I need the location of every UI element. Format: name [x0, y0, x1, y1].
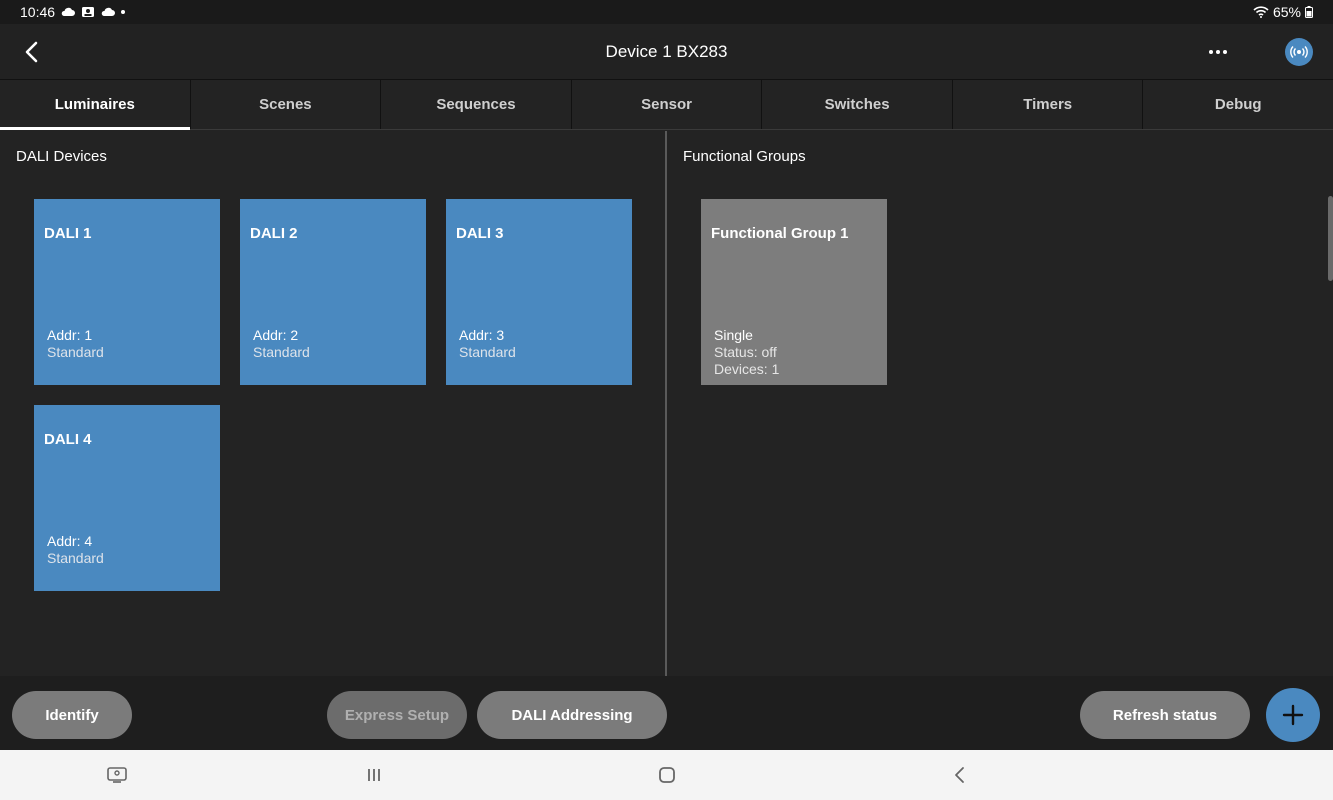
refresh-status-button[interactable]: Refresh status — [1080, 691, 1250, 739]
plus-icon — [1282, 704, 1304, 726]
system-back-button[interactable] — [948, 763, 972, 787]
tab-sequences[interactable]: Sequences — [381, 80, 572, 129]
tab-scenes[interactable]: Scenes — [191, 80, 382, 129]
tab-timers[interactable]: Timers — [953, 80, 1144, 129]
dali-device-tile[interactable]: DALI 1 Addr: 1 Standard — [34, 199, 220, 385]
tab-luminaires[interactable]: Luminaires — [0, 80, 191, 130]
chevron-left-icon — [955, 767, 964, 783]
dali-addressing-button[interactable]: DALI Addressing — [477, 691, 667, 739]
screen-mirror-button[interactable] — [105, 763, 129, 787]
device-address: Addr: 4 — [47, 533, 93, 549]
tab-bar: Luminaires Scenes Sequences Sensor Switc… — [0, 80, 1333, 130]
dali-devices-panel: DALI Devices DALI 1 Addr: 1 Standard DAL… — [0, 131, 665, 676]
device-address: Addr: 2 — [253, 327, 299, 343]
cloud-icon — [61, 7, 76, 16]
app-bar: Device 1 BX283 — [0, 24, 1333, 80]
cast-screen-icon — [107, 767, 127, 783]
arrow-left-icon — [25, 41, 38, 63]
wifi-icon — [1253, 6, 1269, 18]
device-address: Addr: 1 — [47, 327, 93, 343]
dali-device-tile[interactable]: DALI 2 Addr: 2 Standard — [240, 199, 426, 385]
scrollbar[interactable] — [1328, 196, 1333, 281]
cloud-icon — [101, 7, 116, 16]
group-mode: Single — [714, 327, 753, 343]
device-name: DALI 3 — [456, 225, 504, 242]
image-notification-icon — [82, 7, 95, 17]
bottom-action-bar: Identify Express Setup DALI Addressing R… — [0, 676, 1333, 750]
broadcast-icon — [1290, 46, 1308, 58]
dali-device-tile[interactable]: DALI 3 Addr: 3 Standard — [446, 199, 632, 385]
battery-percent: 65% — [1272, 4, 1301, 20]
device-address: Addr: 3 — [459, 327, 505, 343]
device-type: Standard — [47, 344, 104, 360]
functional-groups-panel: Functional Groups Functional Group 1 Sin… — [667, 131, 1333, 676]
back-button[interactable] — [16, 36, 48, 68]
device-name: DALI 4 — [44, 431, 92, 448]
add-button[interactable] — [1266, 688, 1320, 742]
device-type: Standard — [47, 550, 104, 566]
section-title-functional-groups: Functional Groups — [683, 148, 806, 165]
page-title: Device 1 BX283 — [605, 41, 728, 61]
identify-button[interactable]: Identify — [12, 691, 132, 739]
connection-status-button[interactable] — [1285, 38, 1313, 66]
express-setup-button[interactable]: Express Setup — [327, 691, 467, 739]
group-device-count: Devices: 1 — [714, 361, 780, 377]
recent-apps-button[interactable] — [362, 763, 386, 787]
tab-switches[interactable]: Switches — [762, 80, 953, 129]
group-name: Functional Group 1 — [711, 225, 849, 242]
clock: 10:46 — [20, 4, 56, 20]
device-name: DALI 1 — [44, 225, 92, 242]
more-options-button[interactable] — [1202, 38, 1234, 66]
status-bar: 10:46 65% — [0, 0, 1333, 24]
more-horizontal-icon — [1209, 50, 1227, 54]
dali-device-tile[interactable]: DALI 4 Addr: 4 Standard — [34, 405, 220, 591]
recent-apps-icon — [368, 769, 380, 781]
device-type: Standard — [253, 344, 310, 360]
functional-group-tile[interactable]: Functional Group 1 Single Status: off De… — [701, 199, 887, 385]
device-name: DALI 2 — [250, 225, 298, 242]
home-icon — [659, 767, 675, 783]
notification-dot-icon — [121, 10, 126, 14]
section-title-dali-devices: DALI Devices — [16, 148, 107, 165]
main-content: DALI Devices DALI 1 Addr: 1 Standard DAL… — [0, 131, 1333, 676]
group-status: Status: off — [714, 344, 777, 360]
home-button[interactable] — [655, 763, 679, 787]
device-type: Standard — [459, 344, 516, 360]
tab-sensor[interactable]: Sensor — [572, 80, 763, 129]
battery-icon — [1305, 6, 1313, 18]
system-nav-bar — [0, 750, 1333, 800]
tab-debug[interactable]: Debug — [1143, 80, 1333, 129]
